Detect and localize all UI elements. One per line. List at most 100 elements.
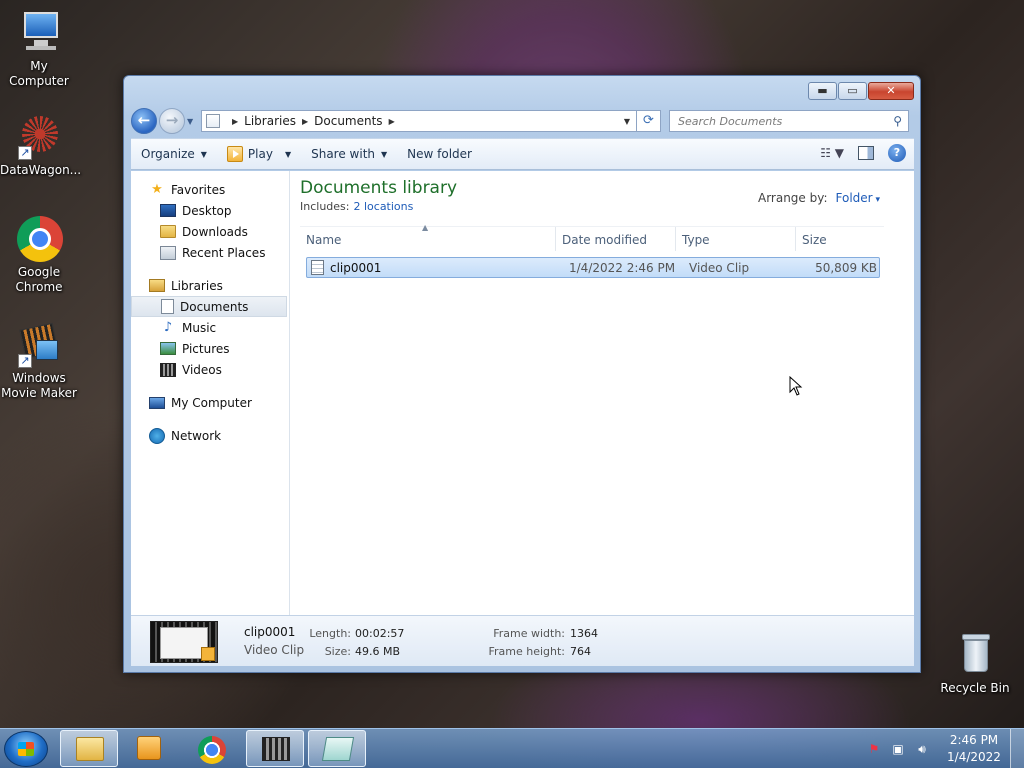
nav-pictures[interactable]: Pictures: [131, 338, 289, 359]
desktop-icon-label: Windows Movie Maker: [1, 371, 77, 400]
show-desktop-button[interactable]: [1010, 729, 1024, 768]
sort-ascending-icon: ▲: [422, 223, 429, 232]
movie-maker-icon: ↗: [16, 322, 62, 368]
movie-maker-icon: [262, 737, 290, 761]
details-pane: clip0001 Video Clip Length: 00:02:57 Siz…: [131, 615, 914, 666]
details-frame-width-value: 1364: [570, 627, 598, 640]
column-header-date-modified[interactable]: Date modified: [556, 227, 676, 251]
column-header-name[interactable]: ▲ Name: [300, 223, 556, 251]
chevron-right-icon[interactable]: ▶: [389, 117, 395, 126]
details-frame-height-value: 764: [570, 645, 591, 658]
explorer-window: ▬ ▭ ✕ ← → ▼ ▶ Libraries ▶ Documents ▶ ▼ …: [123, 75, 921, 673]
nav-favorites[interactable]: ★ Favorites: [131, 179, 289, 200]
library-locations-link[interactable]: 2 locations: [353, 200, 413, 213]
nav-desktop[interactable]: Desktop: [131, 200, 289, 221]
video-file-icon: [311, 260, 324, 275]
command-bar: Organize ▼ Play ▼ Share with ▼ New folder ☷…: [131, 138, 914, 170]
chevron-right-icon[interactable]: ▶: [232, 117, 238, 126]
organize-button[interactable]: Organize ▼: [141, 147, 207, 161]
mouse-pointer-icon: [789, 376, 803, 396]
details-length-label: Length:: [309, 627, 351, 640]
library-header: Documents library Includes: 2 locations: [300, 178, 457, 213]
search-icon[interactable]: ⚲: [893, 114, 902, 128]
clock-time: 2:46 PM: [949, 733, 999, 747]
breadcrumb-documents[interactable]: Documents: [314, 114, 382, 128]
recent-pages-dropdown[interactable]: ▼: [187, 117, 197, 126]
volume-icon[interactable]: 🔊︎: [914, 741, 930, 757]
details-file-name: clip0001: [244, 625, 296, 639]
file-size-cell: 50,809 KB: [815, 260, 877, 275]
shortcut-arrow-icon: ↗: [18, 354, 32, 368]
window-caption-buttons: ▬ ▭ ✕: [808, 82, 914, 100]
desktop-icon-windows-movie-maker[interactable]: ↗ Windows Movie Maker: [0, 322, 78, 401]
nav-recent-places[interactable]: Recent Places: [131, 242, 289, 263]
details-frame-height-label: Frame height:: [488, 645, 565, 658]
play-button[interactable]: Play ▼: [226, 146, 291, 162]
recent-places-icon: [160, 245, 176, 260]
share-with-button[interactable]: Share with ▼: [311, 147, 387, 161]
taskbar-explorer[interactable]: [60, 730, 118, 767]
downloads-folder-icon: [160, 225, 176, 238]
desktop-icon-datawagon[interactable]: ↗ DataWagon...: [0, 114, 82, 178]
breadcrumb-libraries[interactable]: Libraries: [244, 114, 296, 128]
details-size-label: Size:: [324, 645, 351, 658]
library-icon: [206, 114, 220, 128]
back-button[interactable]: ←: [131, 108, 157, 134]
new-folder-button[interactable]: New folder: [407, 147, 472, 161]
navigation-pane: ★ Favorites Desktop Downloads Recent Plac…: [131, 171, 290, 615]
film-strip-icon: [160, 362, 176, 377]
computer-icon: [16, 10, 62, 56]
help-icon[interactable]: ?: [888, 144, 906, 162]
shortcut-arrow-icon: ↗: [18, 146, 32, 160]
address-history-dropdown[interactable]: ▼: [618, 117, 636, 126]
desktop-icon-recycle-bin[interactable]: Recycle Bin: [936, 632, 1014, 696]
datawagon-icon: ↗: [16, 114, 62, 160]
minimize-button[interactable]: ▬: [808, 82, 837, 100]
nav-music[interactable]: ♪ Music: [131, 317, 289, 338]
desktop-icon-label: DataWagon...: [0, 163, 82, 177]
nav-downloads[interactable]: Downloads: [131, 221, 289, 242]
desktop-icon-google-chrome[interactable]: Google Chrome: [0, 216, 78, 295]
forward-button[interactable]: →: [159, 108, 185, 134]
close-button[interactable]: ✕: [868, 82, 914, 100]
arrange-by: Arrange by: Folder: [758, 191, 880, 205]
desktop-icon-my-computer[interactable]: My Computer: [0, 10, 78, 89]
pictures-icon: [160, 342, 176, 355]
column-header-size[interactable]: Size: [796, 227, 876, 251]
details-frame-width-label: Frame width:: [493, 627, 565, 640]
table-row[interactable]: clip0001 1/4/2022 2:46 PM Video Clip 50,…: [306, 257, 880, 278]
library-title: Documents library: [300, 178, 458, 198]
media-player-icon: [137, 736, 161, 760]
desktop-icon: [160, 204, 176, 217]
nav-network[interactable]: Network: [131, 425, 289, 446]
nav-my-computer[interactable]: My Computer: [131, 392, 289, 413]
search-input[interactable]: [678, 114, 894, 128]
document-icon: [161, 299, 174, 314]
column-header-type[interactable]: Type: [676, 227, 796, 251]
taskbar-movie-maker[interactable]: [246, 730, 304, 767]
taskbar-media-player[interactable]: [120, 730, 178, 767]
clock-date: 1/4/2022: [947, 750, 1001, 764]
taskbar-notepad[interactable]: [308, 730, 366, 767]
taskbar-chrome[interactable]: [183, 730, 241, 767]
chevron-right-icon[interactable]: ▶: [302, 117, 308, 126]
preview-pane-icon[interactable]: [858, 146, 874, 160]
library-includes: Includes: 2 locations: [300, 200, 414, 213]
start-button[interactable]: [4, 731, 48, 767]
nav-libraries[interactable]: Libraries: [131, 275, 289, 296]
nav-documents[interactable]: Documents: [131, 296, 287, 317]
nav-videos[interactable]: Videos: [131, 359, 289, 380]
chevron-down-icon: ▼: [381, 149, 388, 159]
address-bar[interactable]: ▶ Libraries ▶ Documents ▶ ▼: [201, 110, 637, 132]
desktop-icon-label: My Computer: [9, 59, 69, 88]
column-headers: ▲ Name Date modified Type Size: [300, 223, 884, 251]
maximize-button[interactable]: ▭: [838, 82, 867, 100]
taskbar-clock[interactable]: 2:46 PM 1/4/2022: [938, 732, 1010, 766]
network-status-icon[interactable]: ▣: [890, 741, 906, 757]
view-options-icon[interactable]: ☷ ▼: [820, 146, 844, 160]
refresh-button[interactable]: ⟳: [637, 110, 661, 132]
arrange-by-dropdown[interactable]: Folder: [836, 191, 880, 205]
details-file-kind: Video Clip: [244, 643, 305, 657]
action-center-flag-icon[interactable]: ⚑: [866, 741, 882, 757]
search-box[interactable]: ⚲: [669, 110, 909, 132]
